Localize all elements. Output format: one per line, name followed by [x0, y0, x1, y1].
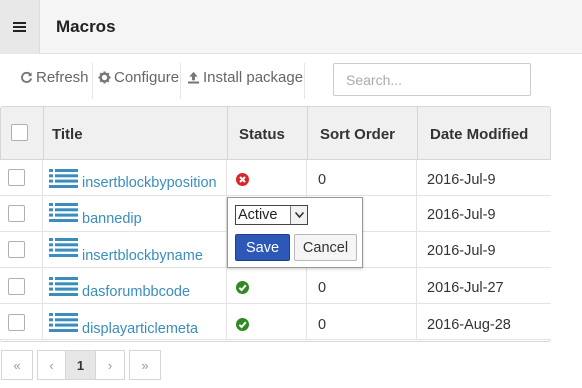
list-icon[interactable] — [49, 203, 78, 222]
row-checkbox[interactable] — [8, 314, 25, 331]
list-icon[interactable] — [49, 313, 78, 332]
cancel-button[interactable]: Cancel — [294, 234, 357, 261]
chevron-down-icon[interactable] — [290, 206, 307, 224]
previous-page-button[interactable]: ‹ — [37, 350, 65, 380]
menu-toggle-button[interactable] — [0, 0, 40, 54]
install-package-label: Install package — [203, 69, 304, 86]
macro-title-link[interactable]: insertblockbyname — [82, 248, 203, 264]
column-header-title[interactable]: Title — [44, 107, 228, 160]
status-active-icon[interactable] — [236, 281, 249, 294]
configure-button[interactable]: Configure — [98, 69, 179, 86]
last-page-button[interactable]: » — [129, 350, 161, 380]
macro-title-link[interactable]: insertblockbyposition — [82, 175, 217, 191]
upload-icon — [187, 71, 200, 84]
list-icon[interactable] — [49, 169, 78, 188]
page-title: Macros — [56, 17, 116, 36]
column-header-date-modified[interactable]: Date Modified — [418, 107, 550, 160]
refresh-button[interactable]: Refresh — [20, 69, 89, 86]
status-select-value: Active — [238, 207, 278, 223]
list-icon[interactable] — [49, 238, 78, 257]
row-checkbox[interactable] — [8, 205, 25, 222]
toolbar-divider — [92, 63, 93, 99]
macro-title-link[interactable]: dasforumbbcode — [82, 284, 190, 300]
table-row: dasforumbbcode 0 2016-Jul-27 — [0, 268, 551, 304]
date-modified-value: 2016-Jul-27 — [427, 280, 504, 296]
date-modified-value: 2016-Jul-9 — [427, 207, 496, 223]
select-all-cell — [1, 107, 44, 160]
toolbar: Refresh Configure Install package — [0, 55, 582, 103]
sort-order-value[interactable]: 0 — [318, 172, 326, 188]
save-button[interactable]: Save — [235, 234, 290, 261]
hamburger-menu-icon — [13, 21, 26, 33]
gear-icon — [98, 71, 111, 84]
toolbar-divider — [180, 63, 181, 99]
table-row: displayarticlemeta 0 2016-Aug-28 — [0, 304, 551, 340]
date-modified-value: 2016-Aug-28 — [427, 317, 511, 333]
column-header-sort-order[interactable]: Sort Order — [308, 107, 418, 160]
status-inactive-icon[interactable] — [236, 173, 249, 186]
status-active-icon[interactable] — [236, 318, 249, 331]
sort-order-value[interactable]: 0 — [318, 317, 326, 333]
refresh-label: Refresh — [36, 69, 89, 86]
sort-order-value[interactable]: 0 — [318, 280, 326, 296]
date-modified-value: 2016-Jul-9 — [427, 243, 496, 259]
macro-title-link[interactable]: displayarticlemeta — [82, 321, 198, 337]
row-checkbox[interactable] — [8, 278, 25, 295]
page-1-button[interactable]: 1 — [65, 350, 96, 380]
row-checkbox[interactable] — [8, 241, 25, 258]
column-header-status[interactable]: Status — [228, 107, 308, 160]
list-icon[interactable] — [49, 277, 78, 296]
refresh-icon — [21, 71, 33, 83]
date-modified-value: 2016-Jul-9 — [427, 172, 496, 188]
status-edit-popover: Active Save Cancel — [227, 197, 363, 268]
install-package-button[interactable]: Install package — [187, 69, 303, 86]
macro-title-link[interactable]: bannedip — [82, 211, 142, 227]
select-all-checkbox[interactable] — [11, 124, 28, 141]
first-page-button[interactable]: « — [1, 350, 33, 380]
next-page-button[interactable]: › — [96, 350, 125, 380]
page-header: Macros — [0, 0, 582, 54]
row-checkbox[interactable] — [8, 169, 25, 186]
table-row: insertblockbyposition 0 2016-Jul-9 — [0, 160, 551, 196]
search-input[interactable] — [333, 63, 531, 96]
toolbar-divider — [304, 63, 305, 99]
configure-label: Configure — [114, 69, 180, 86]
status-select[interactable]: Active — [235, 205, 308, 225]
table-header: Title Status Sort Order Date Modified — [1, 107, 550, 160]
